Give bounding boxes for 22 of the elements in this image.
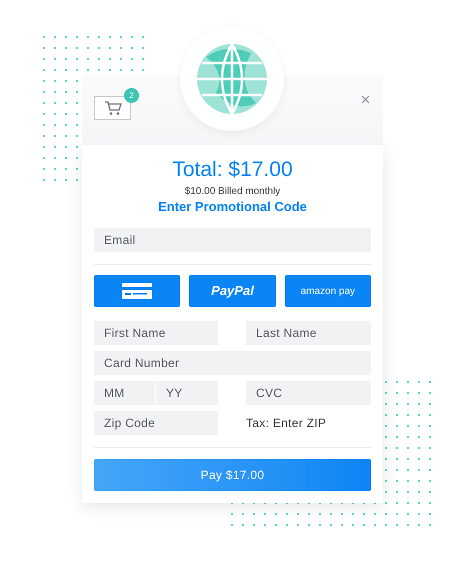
year-field[interactable]: YY — [156, 381, 218, 405]
card-payment-button[interactable] — [94, 275, 180, 307]
globe-icon — [196, 43, 268, 115]
last-name-field[interactable]: Last Name — [246, 321, 371, 345]
cart-icon — [104, 100, 122, 116]
first-name-field[interactable]: First Name — [94, 321, 218, 345]
cart-count-badge: 2 — [124, 88, 139, 103]
email-field[interactable]: Email — [94, 228, 371, 252]
total-amount: Total: $17.00 — [171, 157, 294, 183]
close-icon — [360, 94, 370, 104]
card-number-field[interactable]: Card Number — [94, 351, 371, 375]
promo-code-link[interactable]: Enter Promotional Code — [94, 199, 371, 215]
zip-code-field[interactable]: Zip Code — [94, 411, 218, 435]
billing-note: $10.00 Billed monthly — [184, 185, 282, 199]
credit-card-icon — [122, 283, 152, 299]
cart-button[interactable] — [94, 96, 131, 120]
month-field[interactable]: MM — [94, 381, 155, 405]
amazon-pay-button[interactable]: amazon pay — [284, 275, 371, 307]
pay-button[interactable]: Pay $17.00 — [94, 459, 371, 491]
tax-note: Tax: Enter ZIP — [246, 415, 328, 432]
cvc-field[interactable]: CVC — [246, 381, 371, 405]
paypal-button[interactable]: PayPal — [189, 275, 276, 307]
